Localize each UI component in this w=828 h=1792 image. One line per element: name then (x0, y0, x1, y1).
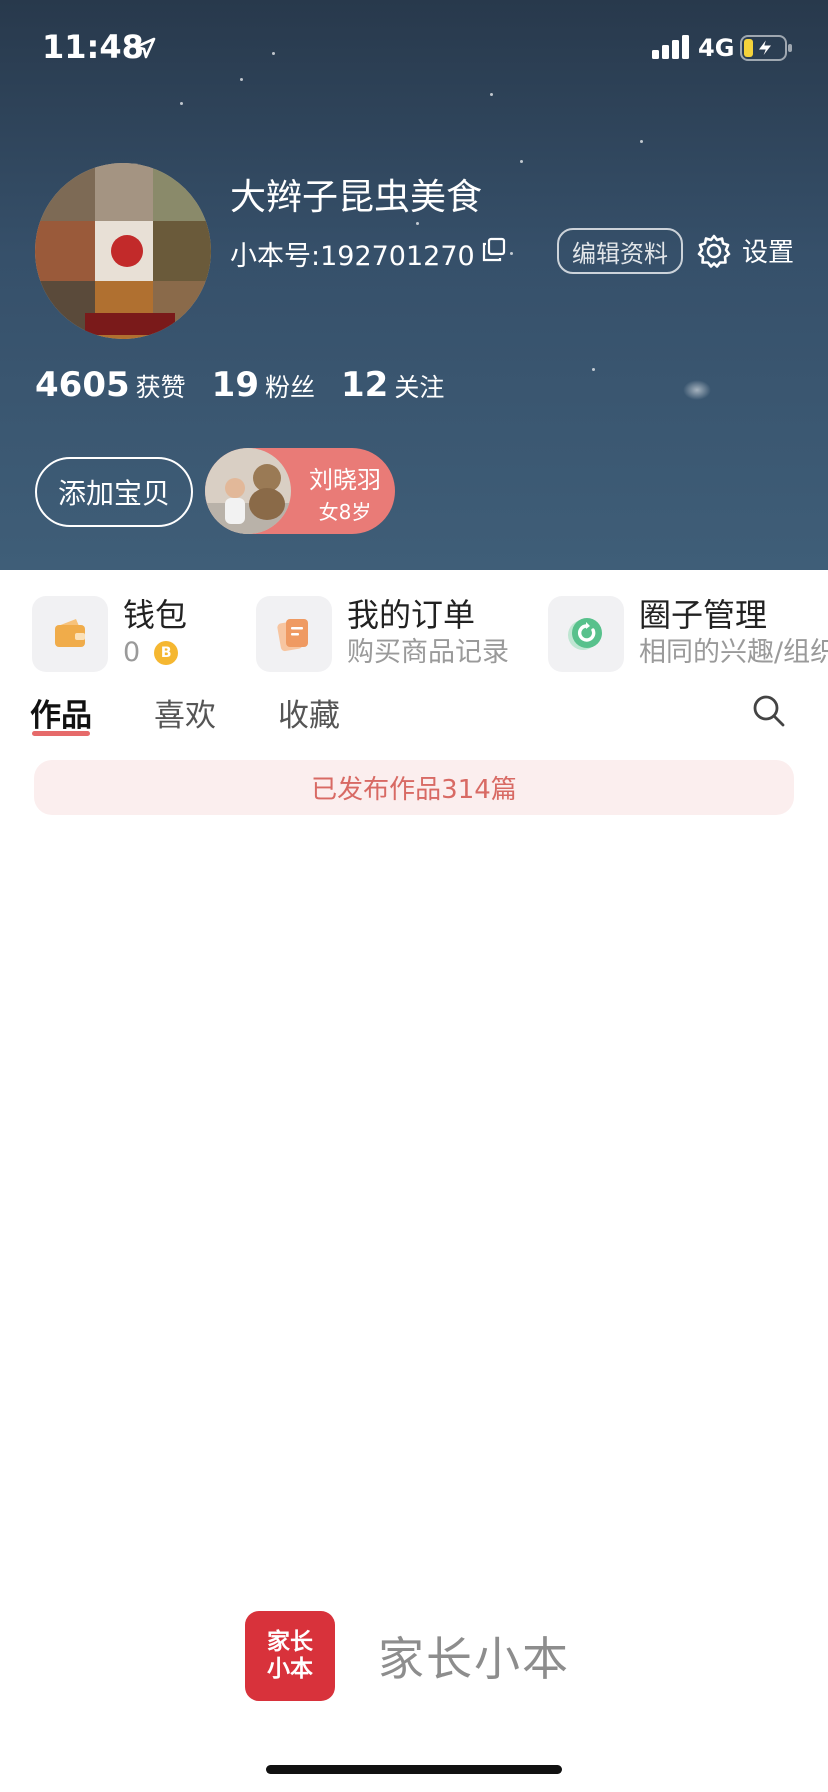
home-indicator[interactable] (266, 1765, 562, 1774)
profile-stats: 4605 获赞 19 粉丝 12 关注 (35, 365, 470, 405)
orders-title: 我的订单 (347, 596, 476, 634)
likes-count[interactable]: 4605 (35, 365, 130, 405)
child-info: 女8岁 (318, 500, 372, 524)
star-decoration (592, 368, 595, 371)
tab-works-label: 作品 (30, 698, 92, 734)
star-decoration (272, 52, 275, 55)
location-arrow-icon (133, 36, 157, 64)
profile-name: 大辫子昆虫美食 (230, 177, 483, 218)
profile-id-text: 小本号:192701270 (230, 241, 475, 272)
profile-id: 小本号:192701270 (230, 234, 507, 273)
network-type: 4G (698, 34, 735, 62)
status-time: 11:48 (42, 28, 144, 66)
star-decoration (180, 102, 183, 105)
wallet-title: 钱包 (123, 596, 188, 634)
tab-likes[interactable]: 喜欢 (154, 690, 216, 735)
glow-decoration (683, 380, 711, 400)
wallet-balance: 0 (123, 637, 141, 668)
active-tab-indicator (32, 731, 90, 736)
orders-link[interactable]: 我的订单 购买商品记录 (256, 596, 509, 672)
copy-icon[interactable] (481, 237, 507, 270)
battery-icon (740, 35, 794, 65)
search-icon[interactable] (751, 693, 787, 733)
coin-icon: B (154, 641, 179, 665)
following-label: 关注 (394, 373, 445, 402)
add-baby-button[interactable]: 添加宝贝 (35, 457, 193, 527)
settings-label: 设置 (742, 238, 795, 268)
star-decoration (416, 222, 419, 225)
profile-header: 11:48 4G 大辫子昆虫美食 小本号:192701270 编辑资料 设置 4… (0, 0, 828, 570)
followers-count[interactable]: 19 (212, 365, 259, 405)
edit-profile-button[interactable]: 编辑资料 (557, 228, 683, 274)
star-decoration (240, 78, 243, 81)
star-decoration (520, 160, 523, 163)
circles-link[interactable]: 圈子管理 相同的兴趣/组织 (548, 596, 828, 672)
child-photo (205, 448, 291, 534)
circles-title: 圈子管理 (639, 596, 768, 634)
child-name: 刘晓羽 (309, 466, 381, 494)
tab-works[interactable]: 作品 (30, 690, 92, 736)
star-decoration (510, 252, 513, 255)
followers-label: 粉丝 (264, 373, 315, 402)
child-card[interactable]: 刘晓羽 女8岁 (205, 448, 395, 534)
likes-label: 获赞 (135, 373, 186, 402)
wallet-icon (32, 596, 108, 672)
app-name: 家长小本 (378, 1632, 570, 1686)
settings-button[interactable]: 设置 (696, 232, 794, 269)
orders-subtitle: 购买商品记录 (347, 637, 509, 668)
tab-favorites[interactable]: 收藏 (278, 690, 340, 735)
app-logo-line1: 家长 (267, 1629, 313, 1655)
content-tabs: 作品 喜欢 收藏 (30, 690, 402, 736)
star-decoration (640, 140, 643, 143)
published-count-banner: 已发布作品314篇 (34, 760, 794, 815)
circles-subtitle: 相同的兴趣/组织 (639, 637, 828, 668)
signal-icon (652, 35, 692, 63)
gear-icon (697, 234, 731, 268)
brand-footer: 家长 小本 家长小本 (245, 1611, 570, 1701)
following-count[interactable]: 12 (341, 365, 388, 405)
circle-management-icon (548, 596, 624, 672)
app-logo-line2: 小本 (267, 1656, 313, 1682)
order-icon (256, 596, 332, 672)
app-logo: 家长 小本 (245, 1611, 335, 1701)
avatar[interactable] (35, 163, 211, 339)
wallet-link[interactable]: 钱包 0 B (32, 596, 187, 672)
star-decoration (490, 93, 493, 96)
